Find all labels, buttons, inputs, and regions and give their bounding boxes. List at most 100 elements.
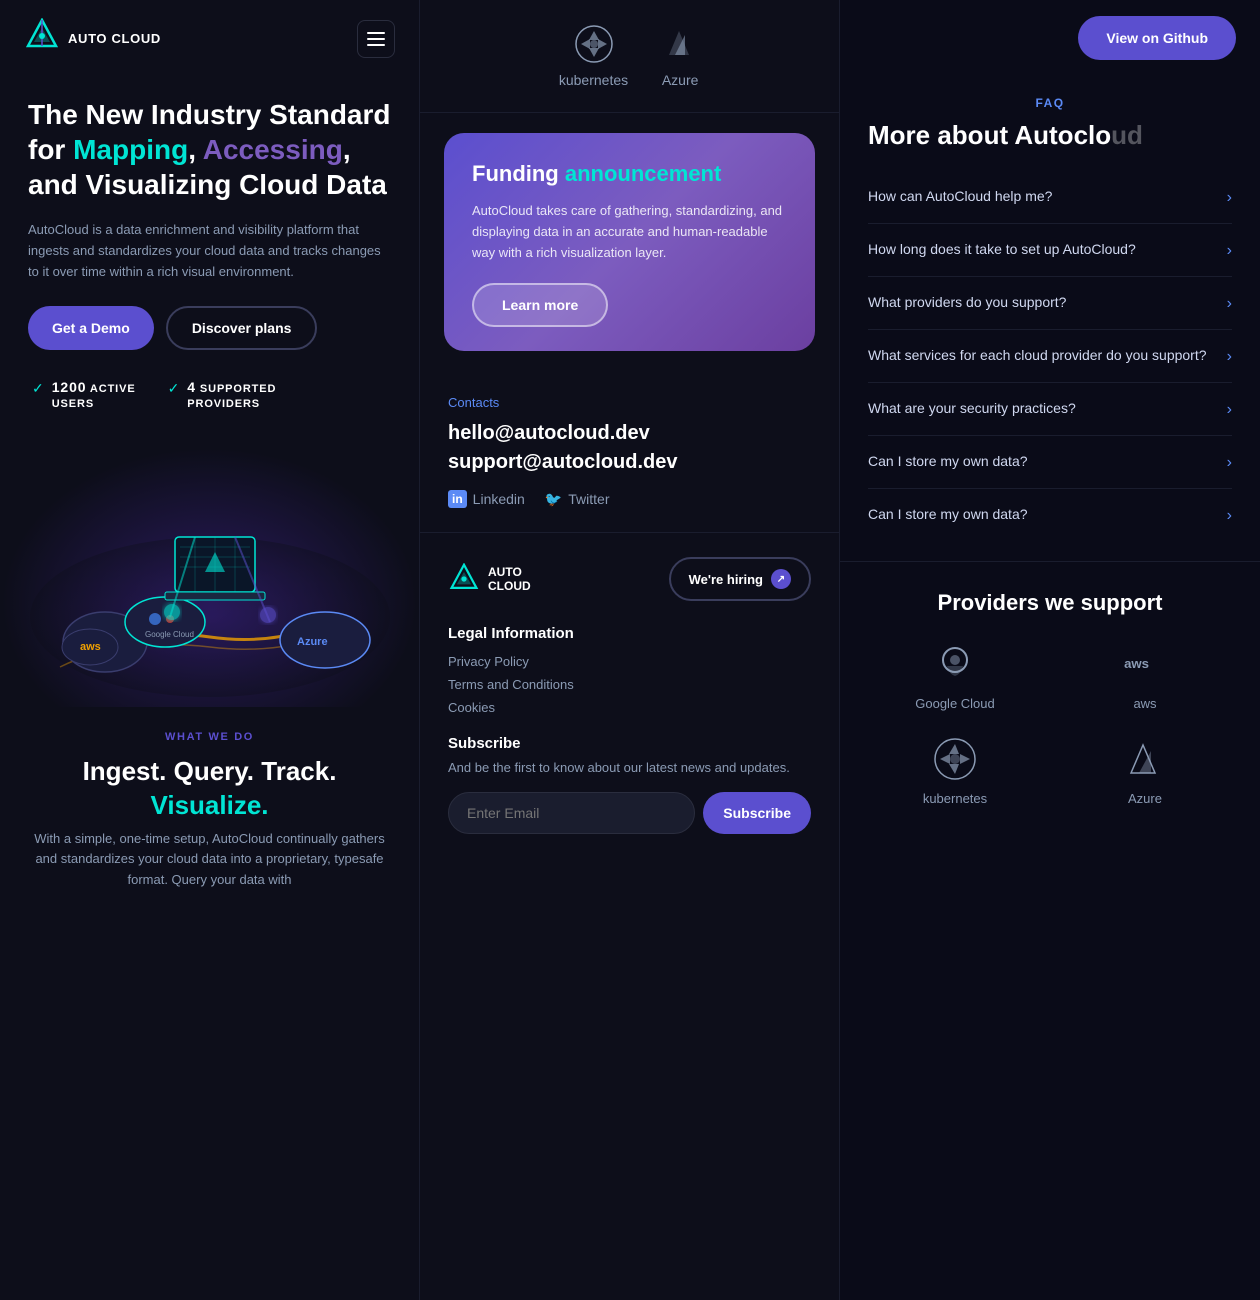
linkedin-link[interactable]: in Linkedin bbox=[448, 490, 525, 508]
azure-label: Azure bbox=[662, 72, 699, 88]
legal-title: Legal Information bbox=[448, 625, 811, 642]
svg-text:Azure: Azure bbox=[297, 636, 328, 648]
faq-item[interactable]: What providers do you support? › bbox=[868, 277, 1232, 330]
twitter-icon: 🐦 bbox=[545, 491, 562, 508]
faq-section: FAQ More about Autocloud How can AutoClo… bbox=[840, 76, 1260, 561]
faq-item[interactable]: How long does it take to set up AutoClou… bbox=[868, 224, 1232, 277]
contacts-section: Contacts hello@autocloud.dev support@aut… bbox=[420, 371, 839, 532]
faq-q-7: Can I store my own data? bbox=[868, 505, 1215, 525]
subscribe-button[interactable]: Subscribe bbox=[703, 792, 811, 834]
faq-q-3: What providers do you support? bbox=[868, 293, 1215, 313]
learn-more-button[interactable]: Learn more bbox=[472, 283, 608, 327]
footer-logo: AUTOCLOUD bbox=[448, 563, 531, 595]
subscribe-title: Subscribe bbox=[448, 735, 811, 752]
linkedin-label: Linkedin bbox=[473, 491, 525, 507]
faq-title: More about Autocloud bbox=[868, 120, 1232, 151]
footer-brand: AUTOCLOUD bbox=[488, 565, 531, 593]
faq-arrow-2: › bbox=[1227, 242, 1232, 260]
footer-section: AUTOCLOUD We're hiring ↗ Legal Informati… bbox=[420, 532, 839, 858]
menu-button[interactable] bbox=[357, 20, 395, 58]
hero-buttons: Get a Demo Discover plans bbox=[28, 306, 391, 350]
terms-link[interactable]: Terms and Conditions bbox=[448, 677, 811, 692]
twitter-link[interactable]: 🐦 Twitter bbox=[545, 490, 610, 508]
faq-arrow-3: › bbox=[1227, 295, 1232, 313]
provider-aws: aws aws bbox=[1058, 640, 1232, 711]
subscribe-section: Subscribe And be the first to know about… bbox=[448, 735, 811, 834]
provider-google-cloud: Google Cloud bbox=[868, 640, 1042, 711]
twitter-label: Twitter bbox=[568, 491, 609, 507]
faq-item[interactable]: Can I store my own data? › bbox=[868, 489, 1232, 541]
right-panel: View on Github FAQ More about Autocloud … bbox=[840, 0, 1260, 1300]
subscribe-desc: And be the first to know about our lates… bbox=[448, 758, 811, 778]
top-providers: kubernetes Azure bbox=[420, 0, 839, 113]
faq-item[interactable]: What services for each cloud provider do… bbox=[868, 330, 1232, 383]
faq-arrow-4: › bbox=[1227, 348, 1232, 366]
faq-q-4: What services for each cloud provider do… bbox=[868, 346, 1215, 366]
github-button[interactable]: View on Github bbox=[1078, 16, 1236, 60]
svg-text:aws: aws bbox=[80, 641, 101, 653]
stat-providers: ✓ 4 SUPPORTEDPROVIDERS bbox=[168, 378, 277, 411]
faq-items: How can AutoCloud help me? › How long do… bbox=[868, 171, 1232, 541]
hiring-button[interactable]: We're hiring ↗ bbox=[669, 557, 811, 601]
kubernetes-label-2: kubernetes bbox=[923, 791, 987, 806]
funding-description: AutoCloud takes care of gathering, stand… bbox=[472, 201, 787, 263]
contact-email-2[interactable]: support@autocloud.dev bbox=[448, 451, 811, 474]
faq-q-2: How long does it take to set up AutoClou… bbox=[868, 240, 1215, 260]
provider-azure: Azure bbox=[660, 24, 700, 88]
stat-users-text: 1200 ACTIVEUSERS bbox=[52, 378, 136, 411]
faq-arrow-7: › bbox=[1227, 507, 1232, 525]
providers-title: Providers we support bbox=[868, 590, 1232, 616]
discover-plans-button[interactable]: Discover plans bbox=[166, 306, 318, 350]
what-we-do-section: WHAT WE DO Ingest. Query. Track.Visualiz… bbox=[0, 707, 419, 907]
what-we-do-desc: With a simple, one-time setup, AutoCloud… bbox=[28, 829, 391, 891]
azure-icon-2 bbox=[1121, 735, 1169, 783]
faq-label: FAQ bbox=[868, 96, 1232, 110]
get-demo-button[interactable]: Get a Demo bbox=[28, 306, 154, 350]
github-btn-section: View on Github bbox=[840, 0, 1260, 76]
linkedin-icon: in bbox=[448, 490, 467, 508]
logo: AUTO CLOUD bbox=[24, 18, 161, 59]
funding-title: Funding announcement bbox=[472, 161, 787, 187]
hero-title: The New Industry Standard for Mapping, A… bbox=[28, 97, 391, 202]
email-input[interactable] bbox=[448, 792, 695, 834]
kubernetes-label: kubernetes bbox=[559, 72, 628, 88]
provider-kubernetes: kubernetes bbox=[559, 24, 628, 88]
provider-kubernetes-2: kubernetes bbox=[868, 735, 1042, 806]
faq-arrow-5: › bbox=[1227, 401, 1232, 419]
aws-icon: aws bbox=[1121, 640, 1169, 688]
faq-item[interactable]: What are your security practices? › bbox=[868, 383, 1232, 436]
faq-q-1: How can AutoCloud help me? bbox=[868, 187, 1215, 207]
google-cloud-icon bbox=[931, 640, 979, 688]
navbar: AUTO CLOUD bbox=[0, 0, 419, 77]
subscribe-form: Subscribe bbox=[448, 792, 811, 834]
contact-email-1[interactable]: hello@autocloud.dev bbox=[448, 422, 811, 445]
kubernetes-icon-2 bbox=[931, 735, 979, 783]
legal-section: Legal Information Privacy Policy Terms a… bbox=[448, 625, 811, 715]
left-panel: AUTO CLOUD The New Industry Standard for… bbox=[0, 0, 420, 1300]
stats-row: ✓ 1200 ACTIVEUSERS ✓ 4 SUPPORTEDPROVIDER… bbox=[28, 378, 391, 411]
funding-accent: announcement bbox=[565, 161, 721, 186]
faq-item[interactable]: How can AutoCloud help me? › bbox=[868, 171, 1232, 224]
providers-section: Providers we support Google Cloud aws bbox=[840, 561, 1260, 834]
check-icon-2: ✓ bbox=[168, 380, 180, 397]
cookies-link[interactable]: Cookies bbox=[448, 700, 811, 715]
aws-label: aws bbox=[1133, 696, 1156, 711]
azure-icon bbox=[660, 24, 700, 64]
social-links: in Linkedin 🐦 Twitter bbox=[448, 490, 811, 508]
provider-azure-2: Azure bbox=[1058, 735, 1232, 806]
providers-grid: Google Cloud aws aws bbox=[868, 640, 1232, 806]
middle-panel: kubernetes Azure Funding announcement Au… bbox=[420, 0, 840, 1300]
faq-item[interactable]: Can I store my own data? › bbox=[868, 436, 1232, 489]
contacts-label: Contacts bbox=[448, 395, 811, 410]
footer-logo-row: AUTOCLOUD We're hiring ↗ bbox=[448, 557, 811, 601]
google-cloud-label: Google Cloud bbox=[915, 696, 995, 711]
svg-text:aws: aws bbox=[1124, 656, 1149, 671]
privacy-policy-link[interactable]: Privacy Policy bbox=[448, 654, 811, 669]
stat-users: ✓ 1200 ACTIVEUSERS bbox=[32, 378, 136, 411]
hero-image-bg: aws Google Cloud Azure bbox=[0, 447, 419, 707]
faq-arrow-1: › bbox=[1227, 189, 1232, 207]
faq-q-5: What are your security practices? bbox=[868, 399, 1215, 419]
hero-image: aws Google Cloud Azure bbox=[0, 447, 419, 707]
what-we-do-label: WHAT WE DO bbox=[28, 731, 391, 743]
faq-arrow-6: › bbox=[1227, 454, 1232, 472]
